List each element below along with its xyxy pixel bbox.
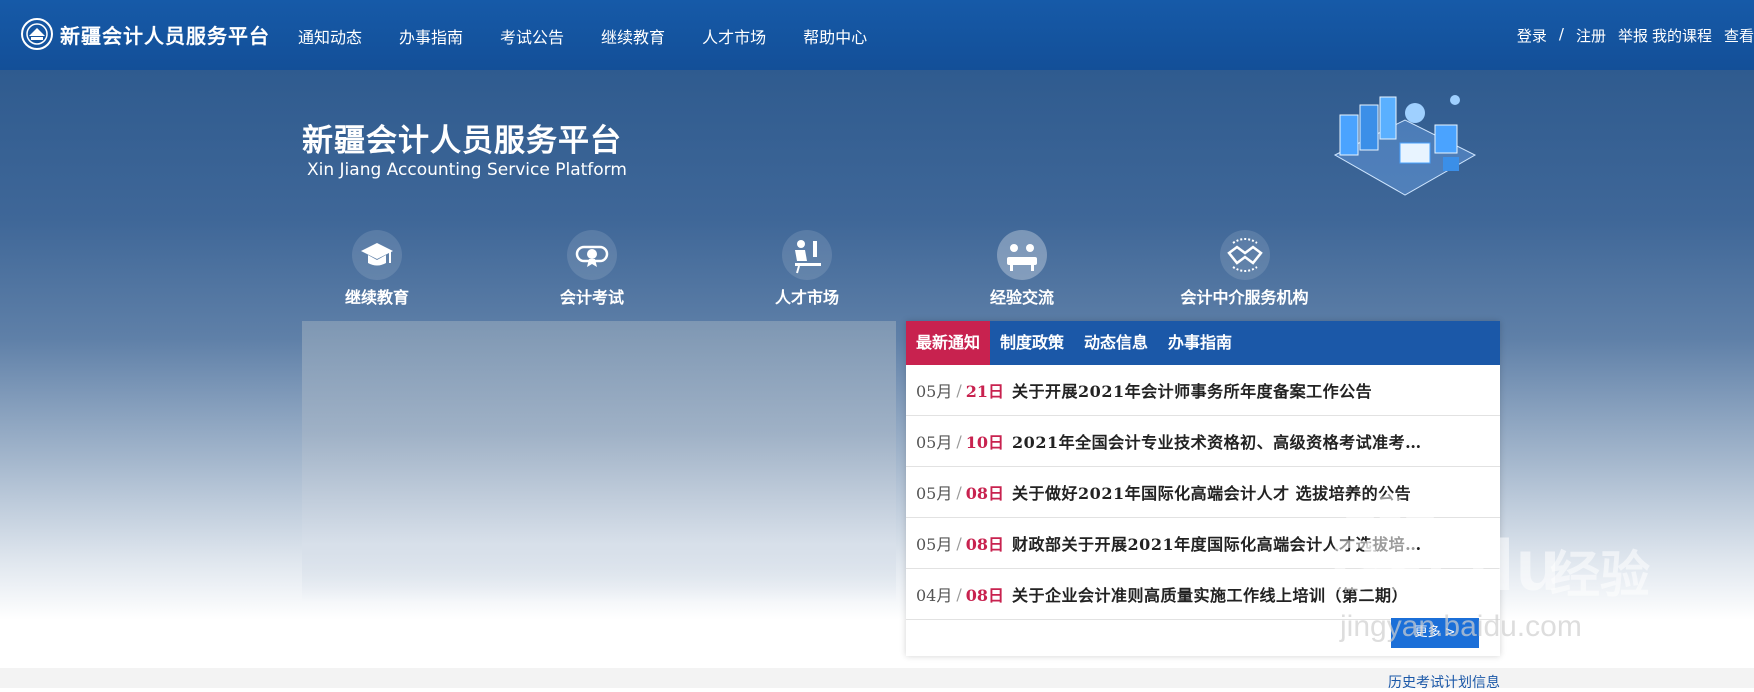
tab-updates[interactable]: 动态信息	[1074, 321, 1158, 365]
feature-label: 继续教育	[344, 288, 409, 307]
user-links: 登录 / 注册 举报 我的课程 查看	[1517, 25, 1754, 46]
date-slash: /	[956, 482, 962, 502]
nav-item-education[interactable]: 继续教育	[601, 24, 665, 48]
news-day: 08日	[965, 484, 1005, 503]
talent-desk-icon	[782, 230, 832, 280]
exam-certificate-icon	[567, 230, 617, 280]
news-tabs: 最新通知 制度政策 动态信息 办事指南	[906, 321, 1500, 365]
emblem-icon	[21, 18, 53, 50]
news-title: 2021年全国会计专业技术资格初、高级资格考试准考…	[1012, 433, 1422, 452]
my-courses-link[interactable]: 我的课程	[1652, 25, 1712, 46]
login-link[interactable]: 登录	[1517, 25, 1547, 46]
feature-shortcuts: 继续教育 会计考试 人才市场 经验交流 会计中介服务机构	[302, 230, 1502, 320]
nav-item-notices[interactable]: 通知动态	[298, 24, 362, 48]
main-nav: 通知动态 办事指南 考试公告 继续教育 人才市场 帮助中心	[298, 24, 904, 48]
history-exam-plan-link[interactable]: 历史考试计划信息	[1388, 672, 1500, 692]
nav-item-guide[interactable]: 办事指南	[399, 24, 463, 48]
handshake-icon	[1219, 230, 1270, 280]
news-day: 08日	[965, 586, 1005, 605]
feature-education[interactable]: 继续教育	[297, 230, 457, 308]
nav-item-exam-notices[interactable]: 考试公告	[500, 24, 564, 48]
date-slash: /	[956, 431, 962, 451]
news-day: 21日	[965, 382, 1005, 401]
feature-label: 会计中介服务机构	[1180, 288, 1309, 307]
graduation-cap-icon	[352, 230, 402, 280]
tab-guide[interactable]: 办事指南	[1158, 321, 1242, 365]
hero-subtitle: Xin Jiang Accounting Service Platform	[307, 160, 627, 180]
news-item[interactable]: 05月/10日 2021年全国会计专业技术资格初、高级资格考试准考…	[906, 416, 1500, 467]
date-slash: /	[956, 380, 962, 400]
meeting-icon	[997, 230, 1047, 280]
feature-label: 经验交流	[989, 288, 1054, 307]
banner-slider[interactable]	[302, 321, 896, 601]
logo-title: 新疆会计人员服务平台	[60, 23, 270, 48]
feature-talent[interactable]: 人才市场	[727, 230, 887, 308]
tab-latest[interactable]: 最新通知	[906, 321, 991, 365]
nav-item-help[interactable]: 帮助中心	[803, 24, 867, 48]
date-slash: /	[956, 584, 962, 604]
feature-label: 人才市场	[774, 288, 839, 307]
top-header: 新疆会计人员服务平台 通知动态 办事指南 考试公告 继续教育 人才市场 帮助中心…	[0, 0, 1754, 70]
news-month: 05月	[916, 382, 953, 401]
feature-agencies[interactable]: 会计中介服务机构	[1157, 230, 1332, 308]
feature-label: 会计考试	[559, 288, 624, 307]
site-logo[interactable]: 新疆会计人员服务平台	[20, 17, 270, 51]
view-link[interactable]: 查看	[1724, 25, 1754, 46]
news-month: 05月	[916, 433, 953, 452]
watermark-brand: Bai du	[1330, 526, 1563, 606]
news-day: 08日	[965, 535, 1005, 554]
register-link[interactable]: 注册	[1576, 25, 1606, 46]
link-separator: /	[1558, 25, 1564, 43]
watermark-cn: 经验	[1550, 546, 1650, 604]
hero-title: 新疆会计人员服务平台	[302, 123, 622, 159]
news-title: 关于开展2021年会计师事务所年度备案工作公告	[1012, 382, 1373, 401]
report-link[interactable]: 举报	[1618, 25, 1648, 46]
news-item[interactable]: 05月/21日 关于开展2021年会计师事务所年度备案工作公告	[906, 365, 1500, 416]
feature-exchange[interactable]: 经验交流	[942, 230, 1102, 308]
watermark-url: jingyan.baidu.com	[1340, 610, 1582, 643]
news-day: 10日	[965, 433, 1005, 452]
news-month: 05月	[916, 535, 953, 554]
feature-exam[interactable]: 会计考试	[512, 230, 672, 308]
server-illustration-icon	[1333, 95, 1477, 196]
tab-policies[interactable]: 制度政策	[990, 321, 1074, 365]
news-month: 04月	[916, 586, 953, 605]
date-slash: /	[956, 533, 962, 553]
nav-item-talent[interactable]: 人才市场	[702, 24, 766, 48]
news-month: 05月	[916, 484, 953, 503]
